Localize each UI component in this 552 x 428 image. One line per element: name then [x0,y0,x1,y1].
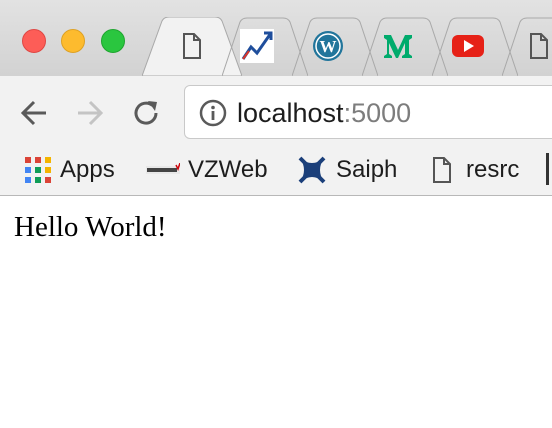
saiph-logo-icon [298,156,326,184]
apps-grid-icon [25,157,51,183]
medium-icon [381,29,415,63]
svg-text:W: W [320,37,337,56]
url-text[interactable]: localhost:5000 [237,97,411,129]
forward-button[interactable] [71,94,109,132]
reload-icon [134,101,158,125]
bookmark-vzweb[interactable]: VZWeb [146,152,268,188]
address-bar[interactable]: localhost:5000 [184,85,552,139]
youtube-icon [451,29,485,63]
verizon-logo-icon [146,163,180,174]
bookmarks-bar: Apps VZWeb Saiph resrc [0,148,552,196]
blank-page-icon [175,29,209,63]
bookmark-apps[interactable]: Apps [24,152,115,188]
reload-button[interactable] [127,94,165,132]
browser-toolbar: localhost:5000 [0,76,552,148]
window-maximize-button[interactable] [101,29,125,53]
arrow-left-icon [20,100,46,126]
trend-chart-icon [240,29,274,63]
bookmark-label: Saiph [336,156,398,183]
tab-strip: W [0,0,552,76]
back-button[interactable] [15,94,53,132]
blank-page-icon [522,29,552,63]
bookmarks-overflow-divider [546,153,549,185]
wordpress-icon: W [311,29,345,63]
bookmark-label: Apps [60,156,115,183]
url-port: :5000 [343,98,412,128]
bookmark-label: VZWeb [188,156,268,183]
info-icon[interactable] [199,99,227,127]
blank-page-icon [433,157,451,183]
bookmark-saiph[interactable]: Saiph [296,152,397,188]
window-minimize-button[interactable] [61,29,85,53]
window-close-button[interactable] [22,29,46,53]
page-text: Hello World! [14,211,167,243]
bookmark-label: resrc [466,156,520,183]
arrow-right-icon [78,100,104,126]
tab-blank[interactable] [502,17,552,76]
bookmark-resrc[interactable]: resrc [432,152,519,188]
url-host: localhost [237,98,344,128]
